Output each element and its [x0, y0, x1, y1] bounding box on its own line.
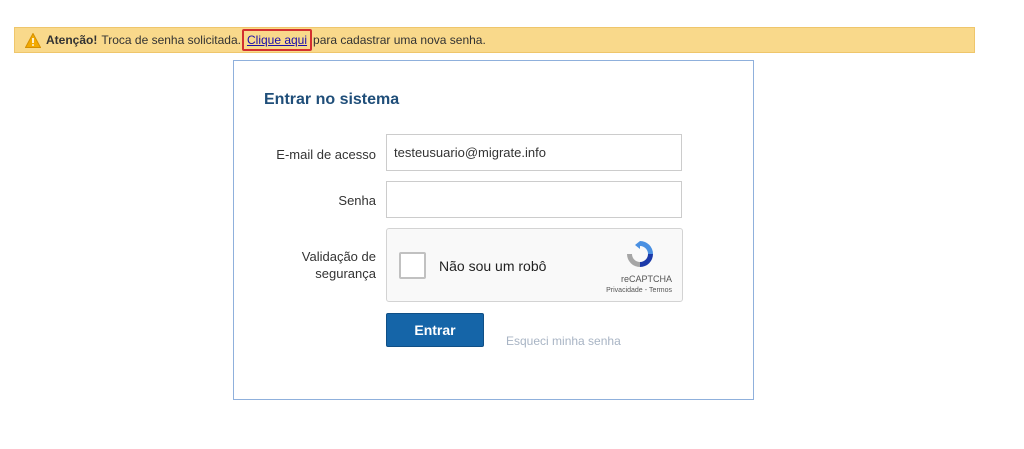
recaptcha-label: Não sou um robô	[439, 258, 547, 274]
recaptcha-terms-link[interactable]: Termos	[649, 287, 672, 294]
login-title: Entrar no sistema	[264, 91, 400, 108]
warning-icon	[25, 32, 41, 48]
login-card: Entrar no sistema E-mail de acesso Senha…	[233, 60, 754, 400]
forgot-password-link[interactable]: Esqueci minha senha	[506, 334, 621, 348]
validation-label-line2: segurança	[315, 266, 376, 281]
alert-message-end: para cadastrar uma nova senha.	[313, 33, 486, 47]
alert-bar: Atenção! Troca de senha solicitada. Cliq…	[14, 27, 975, 53]
submit-button[interactable]: Entrar	[386, 313, 484, 347]
alert-title: Atenção!	[46, 33, 98, 47]
password-label: Senha	[338, 193, 376, 208]
recaptcha-links: Privacidade - Termos	[606, 287, 672, 294]
validation-label-line1: Validação de	[301, 249, 376, 264]
recaptcha-separator: -	[644, 287, 648, 294]
email-label: E-mail de acesso	[276, 147, 376, 162]
password-field[interactable]	[386, 181, 682, 218]
recaptcha-logo-icon	[627, 241, 653, 267]
recaptcha-widget: Não sou um robô reCAPTCHA Privacidade - Te…	[386, 228, 683, 302]
recaptcha-privacy-link[interactable]: Privacidade	[606, 287, 643, 294]
email-field[interactable]	[386, 134, 682, 171]
recaptcha-checkbox[interactable]	[399, 252, 426, 279]
validation-label: Validação de segurança	[246, 248, 376, 282]
alert-message: Troca de senha solicitada.	[101, 33, 241, 47]
alert-link-highlight: Clique aqui	[241, 29, 313, 51]
change-password-link[interactable]: Clique aqui	[247, 33, 307, 47]
recaptcha-brand: reCAPTCHA	[620, 274, 672, 284]
